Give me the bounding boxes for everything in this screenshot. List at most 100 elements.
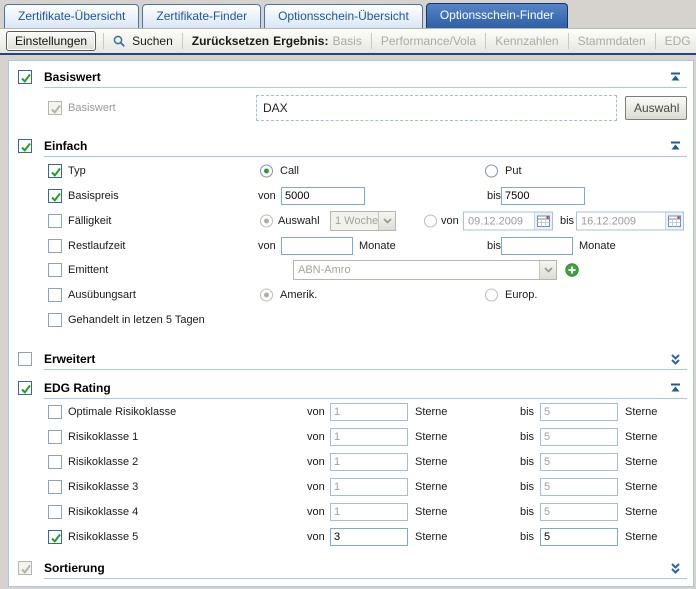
risikoklasse-2-checkbox[interactable] [48,455,62,469]
tab-optionsschein-finder[interactable]: Optionsschein-Finder [426,3,568,28]
edg-section-checkbox[interactable] [18,381,32,395]
risikoklasse-5-bis-input[interactable] [540,528,618,546]
risikoklasse-1-von-input [330,428,408,446]
basispreis-bis-input[interactable] [501,187,585,205]
risikoklasse-4-von-input [330,503,408,521]
optimale-risikoklasse-checkbox[interactable] [48,405,62,419]
einstellungen-button[interactable]: Einstellungen [6,31,96,51]
sortierung-section-title: Sortierung [44,561,105,575]
bis-label: bis [520,531,534,543]
tab-zertifikate-finder[interactable]: Zertifikate-Finder [142,4,261,28]
europ-radio [485,289,498,302]
typ-checkbox[interactable] [48,164,62,178]
basiswert-auswahl-button[interactable]: Auswahl [625,96,687,120]
risikoklasse-5-checkbox[interactable] [48,530,62,544]
risikoklasse-4-label: Risikoklasse 4 [68,506,138,518]
restlaufzeit-checkbox[interactable] [48,239,62,253]
risikoklasse-2-bis-input [540,453,618,471]
sterne-label: Sterne [415,431,447,443]
typ-label: Typ [68,165,86,177]
tab-zertifikate-uebersicht[interactable]: Zertifikate-Übersicht [4,4,139,28]
toolbar-separator [371,33,372,49]
search-icon [112,34,127,49]
collapse-icon[interactable] [669,71,682,84]
collapse-icon[interactable] [669,140,682,153]
sterne-label: Sterne [415,481,447,493]
zeitraum-select: 1 Woche [330,211,396,231]
expand-icon[interactable] [669,353,682,366]
emittent-checkbox[interactable] [48,263,62,277]
von-label: von [307,506,325,518]
einfach-section-title: Einfach [44,139,87,153]
bis-label: bis [520,456,534,468]
sterne-label: Sterne [625,456,657,468]
erweitert-section-checkbox[interactable] [18,352,32,366]
finder-form-panel: Basiswert Basiswert DAX Auswahl Einfach … [8,60,694,587]
von-label: von [258,240,276,252]
bis-date-field: 16.12.2009 [576,212,684,231]
risikoklasse-3-label: Risikoklasse 3 [68,481,138,493]
datum-von-radio [424,215,437,228]
risikoklasse-5-von-input[interactable] [330,528,408,546]
emittent-value: ABN-Amro [298,264,351,276]
section-divider [44,369,687,370]
basiswert-row-checkbox [48,101,62,115]
faelligkeit-checkbox[interactable] [48,214,62,228]
gehandelt-label: Gehandelt in letzen 5 Tagen [68,314,205,326]
von-date-field: 09.12.2009 [463,212,553,231]
toolbar-separator [182,33,183,49]
ergebnis-label: Ergebnis: [273,34,328,48]
bis-label: bis [487,240,501,252]
result-item-performance-vola: Performance/Vola [381,34,476,48]
von-label: von [307,456,325,468]
zuruecksetzen-button[interactable]: Zurücksetzen [192,34,269,48]
gehandelt-checkbox[interactable] [48,313,62,327]
section-divider [44,578,687,579]
expand-icon[interactable] [669,562,682,575]
bis-label: bis [560,215,574,227]
von-label: von [258,190,276,202]
emittent-label: Emittent [68,264,108,276]
calendar-icon [534,213,552,230]
put-radio[interactable] [485,165,498,178]
faelligkeit-label: Fälligkeit [68,215,111,227]
von-label: von [307,406,325,418]
risikoklasse-1-label: Risikoklasse 1 [68,431,138,443]
basiswert-value-box[interactable]: DAX [256,95,617,121]
risikoklasse-2-von-input [330,453,408,471]
toolbar-separator [568,33,569,49]
optimale-risikoklasse-label: Optimale Risikoklasse [68,406,176,418]
sterne-label: Sterne [415,506,447,518]
risikoklasse-4-checkbox[interactable] [48,505,62,519]
ausuebungsart-checkbox[interactable] [48,288,62,302]
call-radio[interactable] [260,165,273,178]
basispreis-checkbox[interactable] [48,189,62,203]
von-label: von [307,481,325,493]
restlaufzeit-von-input[interactable] [281,237,353,255]
risikoklasse-4-bis-input [540,503,618,521]
bis-label: bis [520,406,534,418]
ausuebungsart-label: Ausübungsart [68,289,136,301]
chevron-down-icon [378,212,395,230]
einfach-section-checkbox[interactable] [18,139,32,153]
risikoklasse-5-label: Risikoklasse 5 [68,531,138,543]
basiswert-row-label: Basiswert [68,102,116,114]
risikoklasse-1-checkbox[interactable] [48,430,62,444]
sterne-label: Sterne [625,506,657,518]
von-date-value: 09.12.2009 [468,215,523,227]
calendar-icon [665,213,683,230]
basiswert-section-checkbox[interactable] [18,70,32,84]
put-label: Put [505,165,522,177]
restlaufzeit-bis-input[interactable] [501,237,573,255]
section-divider [44,398,687,399]
tab-optionsschein-uebersicht[interactable]: Optionsschein-Übersicht [264,4,423,28]
suchen-button[interactable]: Suchen [132,34,173,48]
collapse-icon[interactable] [669,382,682,395]
add-emittent-icon[interactable] [565,263,579,277]
section-divider [44,87,687,88]
von-label: von [307,531,325,543]
basispreis-von-input[interactable] [281,187,365,205]
risikoklasse-3-checkbox[interactable] [48,480,62,494]
sterne-label: Sterne [625,431,657,443]
risikoklasse-2-label: Risikoklasse 2 [68,456,138,468]
